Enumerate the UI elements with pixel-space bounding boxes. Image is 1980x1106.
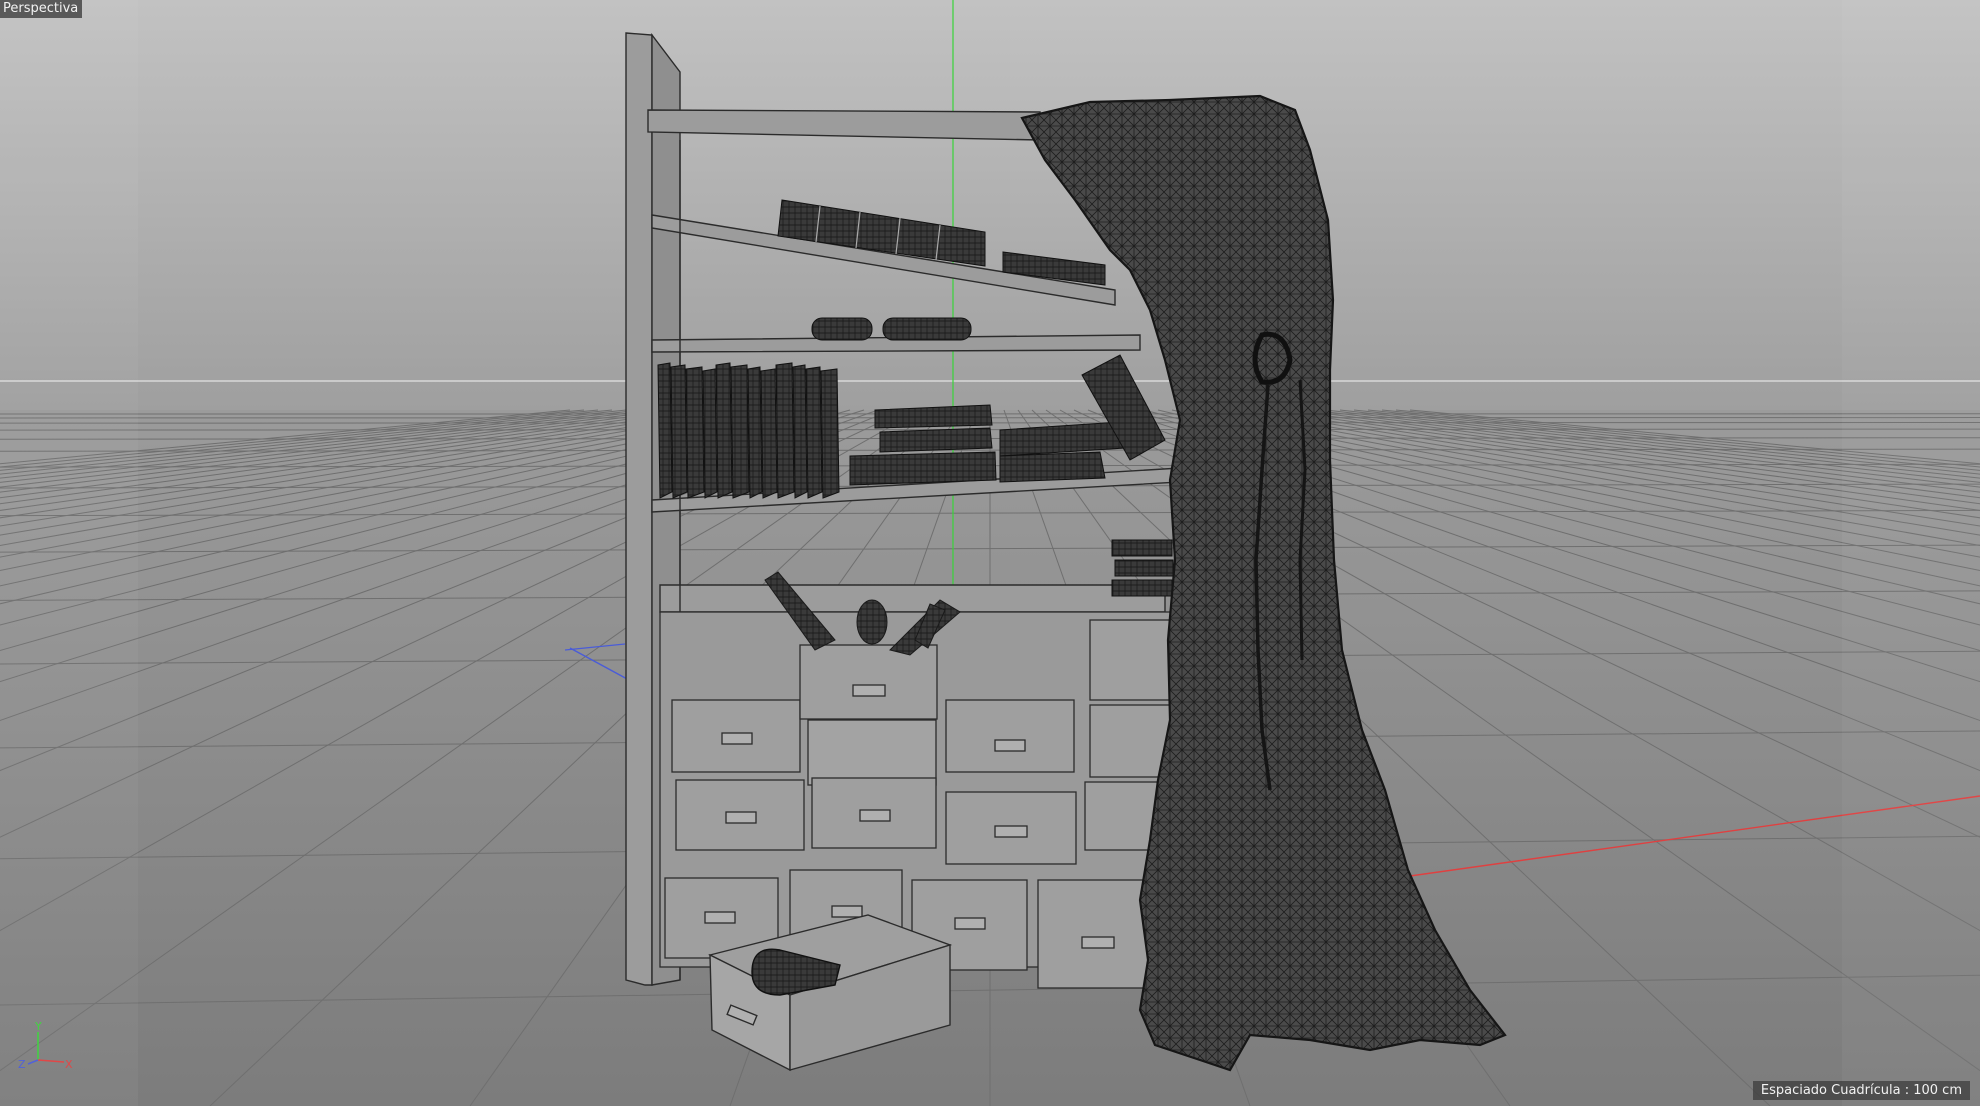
book[interactable] — [715, 362, 733, 499]
drawer[interactable] — [1089, 619, 1181, 701]
left-shade — [0, 0, 138, 1106]
book[interactable] — [775, 362, 795, 499]
drawer-open-top[interactable] — [799, 644, 938, 720]
grid-spacing-label: Espaciado Cuadrícula : 100 cm — [1752, 1081, 1970, 1100]
right-shade — [1842, 0, 1980, 1106]
shelf-board-4[interactable] — [659, 584, 1166, 613]
book[interactable] — [657, 362, 673, 499]
book[interactable] — [685, 366, 705, 499]
book[interactable] — [760, 368, 778, 499]
view-name-label[interactable]: Perspectiva — [0, 0, 83, 18]
book[interactable] — [702, 368, 718, 499]
scrolls-shelf-2[interactable] — [811, 317, 972, 341]
drawer-cabinet[interactable] — [659, 611, 1181, 989]
drawer[interactable] — [945, 699, 1075, 773]
book[interactable] — [805, 366, 823, 499]
book[interactable] — [730, 364, 750, 499]
shelf-left-panel[interactable] — [625, 32, 653, 986]
book[interactable] — [670, 364, 688, 499]
book[interactable] — [792, 364, 808, 499]
viewport-scene[interactable]: Y Z X — [0, 0, 1980, 1106]
3d-viewport[interactable]: Y Z X Perspectiva Espaciado Cuadrícula :… — [0, 0, 1980, 1106]
book[interactable] — [747, 366, 763, 499]
books-stack-right[interactable] — [1111, 539, 1174, 597]
book[interactable] — [820, 368, 840, 499]
